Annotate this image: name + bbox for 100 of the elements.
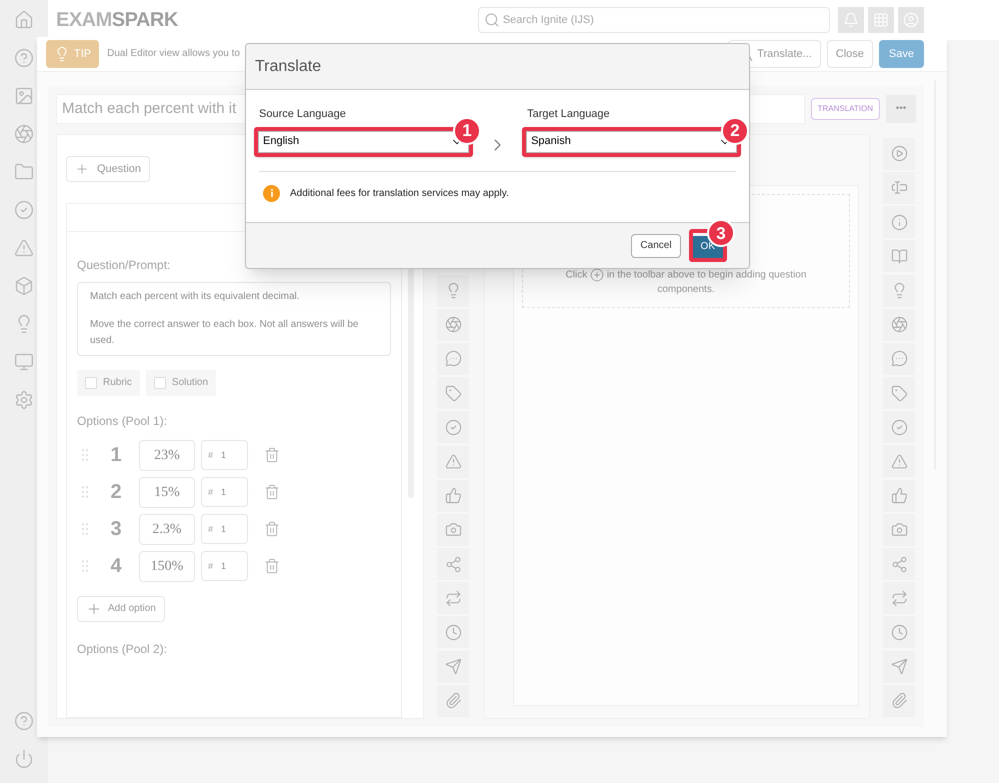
option-number: 3	[109, 517, 123, 542]
prompt-field[interactable]: Match each percent with its equivalent decimal. Move the correct answer to each box. Not all answers will be used.	[77, 282, 391, 356]
share-icon	[890, 556, 908, 573]
toolbar-button[interactable]	[883, 548, 915, 580]
grid-icon	[872, 12, 889, 28]
hint-text: Click	[566, 270, 588, 281]
check-circle-icon	[14, 200, 34, 220]
share-icon	[444, 556, 462, 573]
count-field[interactable]: # 1	[201, 514, 248, 544]
notifications-button[interactable]	[838, 7, 864, 33]
toolbar-button[interactable]	[437, 274, 469, 307]
check-circle-icon	[444, 418, 462, 436]
toolbar-button[interactable]	[437, 411, 469, 444]
toolbar-button[interactable]	[883, 514, 915, 546]
toolbar-button[interactable]	[437, 616, 469, 648]
toolbar-button[interactable]	[883, 616, 915, 648]
toolbar-button[interactable]	[883, 684, 915, 717]
tag-icon	[444, 384, 462, 402]
toolbar-button[interactable]	[883, 377, 915, 410]
plus-icon	[75, 162, 89, 176]
save-button[interactable]: Save	[878, 40, 924, 68]
thumbs-up-icon	[444, 487, 462, 504]
check-circle-icon	[890, 418, 908, 436]
search-field[interactable]: Search Ignite (IJS)	[478, 7, 830, 33]
toolbar-button[interactable]	[883, 172, 915, 204]
toolbar-button[interactable]	[437, 582, 469, 614]
add-option-button[interactable]: Add option	[77, 596, 165, 622]
toolbar-button[interactable]	[437, 514, 469, 546]
toolbar-button[interactable]	[883, 138, 915, 170]
delete-button[interactable]	[264, 558, 280, 574]
delete-button[interactable]	[264, 447, 280, 464]
toolbar-button[interactable]	[883, 308, 915, 341]
prompt-paragraph: Move the correct answer to each box. Not all answers will be used.	[90, 318, 360, 348]
info-icon	[890, 214, 908, 231]
toolbar-button[interactable]	[437, 684, 469, 717]
option-number: 2	[109, 480, 123, 506]
sidebar-item[interactable]	[12, 352, 36, 372]
count-field[interactable]: # 1	[201, 551, 248, 582]
toolbar-button[interactable]	[437, 650, 469, 683]
aperture-icon	[890, 316, 908, 334]
help-icon	[14, 711, 34, 731]
add-question-button[interactable]: Question	[66, 156, 150, 182]
camera-icon	[444, 521, 462, 538]
cancel-button[interactable]: Cancel	[631, 234, 681, 258]
checkbox-option[interactable]: Rubric	[77, 370, 140, 396]
toolbar-button[interactable]	[437, 548, 469, 580]
sidebar-item[interactable]	[12, 238, 36, 258]
toolbar-button[interactable]	[883, 342, 915, 375]
toolbar-button[interactable]	[437, 377, 469, 410]
trash-icon	[264, 447, 280, 464]
aperture-icon	[14, 124, 34, 144]
power-icon	[14, 749, 34, 769]
apps-button[interactable]	[868, 7, 894, 33]
toolbar-button[interactable]	[883, 480, 915, 512]
delete-button[interactable]	[264, 521, 280, 538]
tag-icon	[890, 384, 908, 402]
sidebar-item[interactable]	[12, 48, 36, 68]
trash-icon	[264, 484, 280, 500]
toolbar-button[interactable]	[437, 308, 469, 341]
count-field[interactable]: # 1	[201, 477, 248, 508]
toolbar-button[interactable]	[883, 274, 915, 307]
more-button[interactable]: •••	[886, 94, 916, 123]
account-button[interactable]	[898, 7, 924, 33]
checkbox-option[interactable]: Solution	[146, 370, 216, 396]
sidebar-item[interactable]	[12, 124, 36, 144]
option-field[interactable]: 15%	[139, 476, 195, 508]
delete-button[interactable]	[264, 484, 280, 500]
option-field[interactable]: 150%	[139, 550, 195, 582]
image-icon	[14, 86, 34, 106]
prompt-label: Question/Prompt:	[77, 256, 172, 274]
close-button[interactable]: Close	[826, 40, 873, 68]
checkbox[interactable]	[85, 376, 97, 389]
count-field[interactable]: # 1	[201, 440, 248, 470]
paperclip-icon	[444, 692, 462, 710]
toolbar-button[interactable]	[883, 650, 915, 683]
toolbar-button[interactable]	[883, 206, 915, 238]
clock-icon	[890, 624, 908, 641]
checkbox[interactable]	[154, 376, 166, 389]
swap-icon	[890, 590, 908, 607]
option-field[interactable]: 2.3%	[139, 514, 195, 545]
trash-icon	[264, 558, 280, 574]
toolbar-button[interactable]	[437, 480, 469, 512]
toolbar-button[interactable]	[437, 446, 469, 478]
pool-label: Options (Pool 1):	[77, 412, 168, 430]
sidebar-item[interactable]	[12, 200, 36, 220]
option-number: 4	[109, 554, 123, 580]
sidebar-item[interactable]	[12, 162, 36, 182]
toolbar-button[interactable]	[883, 582, 915, 614]
option-field[interactable]: 23%	[139, 440, 195, 471]
toolbar-button[interactable]	[437, 342, 469, 375]
sidebar-item[interactable]	[12, 711, 36, 731]
toolbar-button[interactable]	[883, 411, 915, 444]
swap-icon	[444, 590, 462, 607]
paperclip-icon	[890, 692, 908, 710]
toolbar-button[interactable]	[883, 240, 915, 272]
toolbar-button[interactable]	[883, 445, 915, 478]
hint-text: in the toolbar above to begin adding question components.	[606, 270, 806, 295]
camera-icon	[890, 521, 908, 538]
bell-icon	[842, 12, 859, 28]
warning-icon	[14, 238, 34, 258]
